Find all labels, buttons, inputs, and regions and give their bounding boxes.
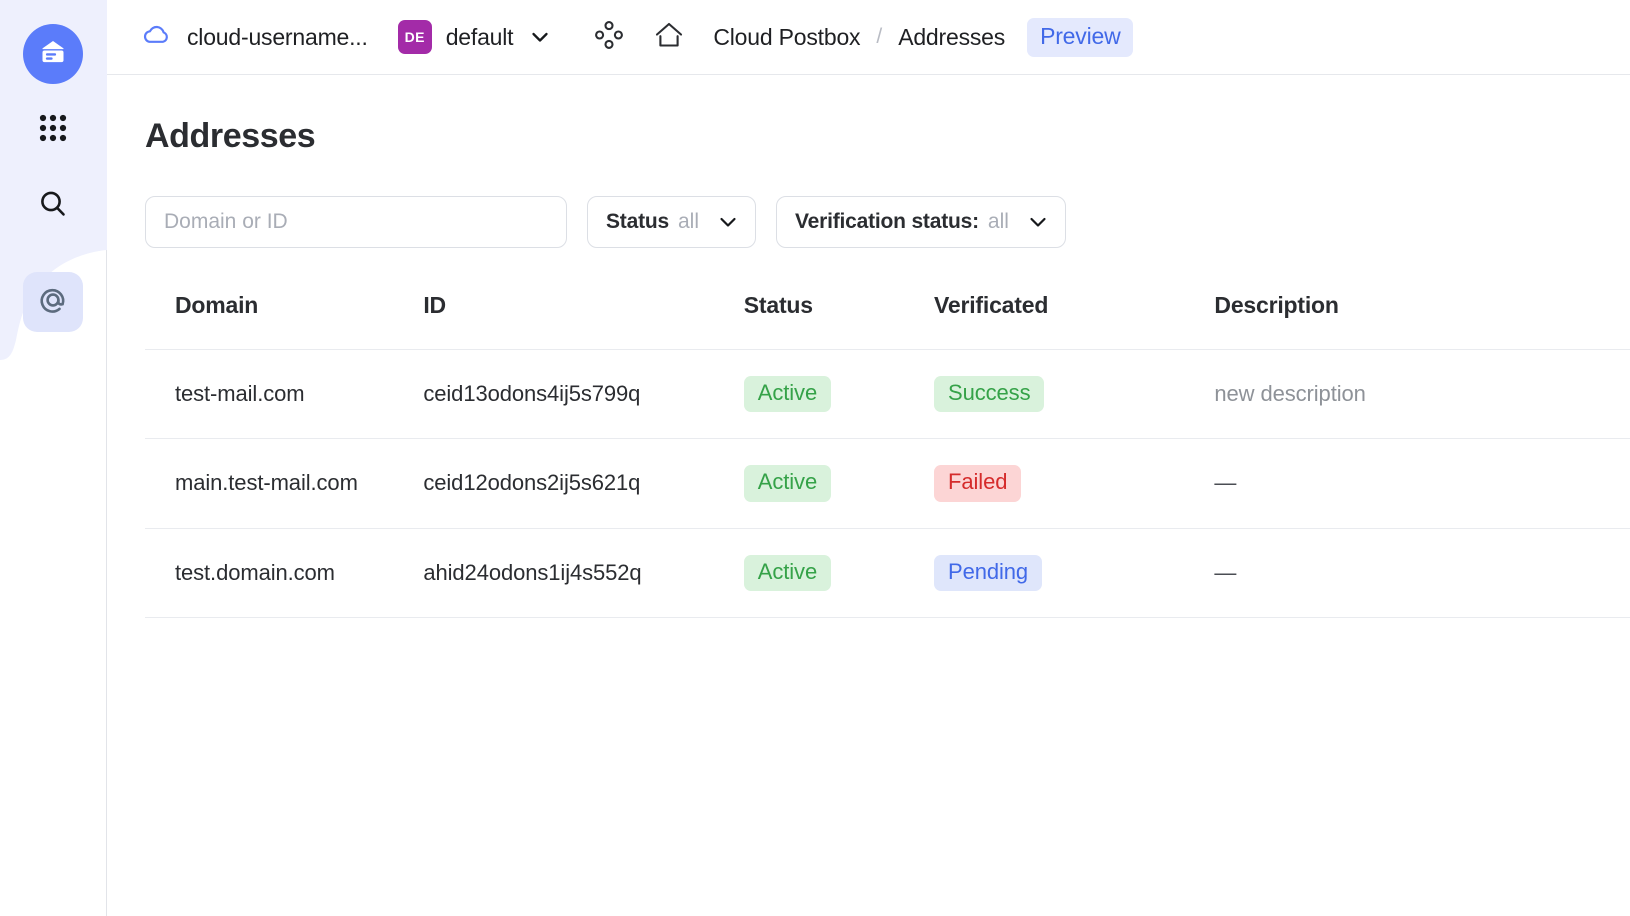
table-header: Domain ID Status Verificated Description bbox=[145, 292, 1630, 350]
home-button[interactable] bbox=[647, 15, 691, 59]
status-badge: Active bbox=[743, 376, 832, 413]
breadcrumb-separator: / bbox=[876, 25, 883, 48]
table-header-row: Domain ID Status Verificated Description bbox=[145, 292, 1630, 350]
column-header-description[interactable]: Description bbox=[1214, 292, 1630, 350]
verification-badge: Failed bbox=[934, 465, 1022, 502]
table-body: test-mail.com ceid13odons4ij5s799q Active S… bbox=[145, 349, 1630, 618]
cloud-label: cloud-username... bbox=[187, 23, 368, 50]
cell-verificated: Pending bbox=[934, 528, 1215, 618]
sidebar-item-logo[interactable] bbox=[23, 24, 83, 84]
column-header-id[interactable]: ID bbox=[423, 292, 744, 350]
cell-domain: test.domain.com bbox=[145, 528, 424, 618]
verification-status-filter-value: all bbox=[987, 210, 1009, 233]
cell-id: ahid24odons1ij4s552q bbox=[423, 528, 744, 618]
mailbox-icon bbox=[38, 37, 68, 72]
content: Addresses Status all Verification status… bbox=[107, 75, 1630, 916]
cloud-icon bbox=[139, 18, 173, 57]
page-title: Addresses bbox=[145, 117, 316, 155]
main-area: cloud-username... DE default Cloud Postb… bbox=[107, 0, 1630, 916]
breadcrumb-item-addresses[interactable]: Addresses bbox=[898, 24, 1005, 51]
sidebar-item-search[interactable] bbox=[23, 176, 83, 236]
search-input[interactable] bbox=[145, 196, 567, 248]
description-value: new description bbox=[1214, 381, 1366, 407]
cell-id: ceid13odons4ij5s799q bbox=[423, 349, 744, 440]
status-badge: Active bbox=[743, 554, 832, 591]
folder-selector[interactable]: DE default bbox=[397, 20, 552, 54]
sidebar-rail bbox=[0, 0, 106, 348]
status-filter[interactable]: Status all bbox=[587, 196, 756, 248]
chevron-down-icon bbox=[529, 26, 551, 48]
filters-bar: Status all Verification status: all bbox=[145, 196, 1630, 248]
cell-description: — bbox=[1214, 528, 1630, 618]
table-row[interactable]: main.test-mail.com ceid12odons2ij5s621q Ac… bbox=[145, 438, 1630, 529]
cell-description: — bbox=[1214, 438, 1630, 529]
app-root: cloud-username... DE default Cloud Postb… bbox=[0, 0, 1630, 916]
folder-badge: DE bbox=[397, 20, 432, 54]
services-icon bbox=[592, 18, 626, 57]
folder-label: default bbox=[445, 23, 514, 50]
grid-dots-icon bbox=[36, 111, 70, 150]
cell-status: Active bbox=[743, 349, 935, 440]
table-row[interactable]: test-mail.com ceid13odons4ij5s799q Active S… bbox=[145, 349, 1630, 440]
topbar: cloud-username... DE default Cloud Postb… bbox=[107, 0, 1630, 75]
search-icon bbox=[36, 187, 70, 226]
sidebar bbox=[0, 0, 107, 916]
status-badge: Active bbox=[743, 465, 832, 502]
verification-badge: Pending bbox=[934, 554, 1043, 591]
breadcrumb: Cloud Postbox / Addresses Preview bbox=[713, 17, 1134, 57]
preview-badge[interactable]: Preview bbox=[1027, 17, 1134, 57]
verification-status-filter-label: Verification status: bbox=[795, 210, 979, 233]
home-icon bbox=[652, 18, 686, 57]
cell-description: new description bbox=[1214, 349, 1630, 440]
cell-status: Active bbox=[743, 528, 935, 618]
cell-domain: main.test-mail.com bbox=[145, 438, 424, 529]
chevron-down-icon bbox=[1027, 211, 1049, 233]
status-filter-label: Status bbox=[606, 210, 669, 233]
table-row[interactable]: test.domain.com ahid24odons1ij4s552q Activ… bbox=[145, 528, 1630, 618]
cell-status: Active bbox=[743, 438, 935, 529]
cell-id: ceid12odons2ij5s621q bbox=[423, 438, 744, 529]
services-button[interactable] bbox=[587, 15, 631, 59]
description-value: — bbox=[1214, 470, 1237, 496]
sidebar-item-apps[interactable] bbox=[23, 100, 83, 160]
cloud-selector[interactable]: cloud-username... bbox=[139, 18, 368, 57]
cell-verificated: Success bbox=[934, 349, 1215, 440]
column-header-status[interactable]: Status bbox=[743, 292, 935, 350]
sidebar-item-addresses[interactable] bbox=[23, 272, 83, 332]
column-header-domain[interactable]: Domain bbox=[145, 292, 424, 350]
verification-badge: Success bbox=[934, 376, 1045, 413]
breadcrumb-item-cloud-postbox[interactable]: Cloud Postbox bbox=[713, 24, 860, 51]
addresses-table: Domain ID Status Verificated Description… bbox=[145, 292, 1630, 618]
chevron-down-icon bbox=[717, 211, 739, 233]
description-value: — bbox=[1214, 559, 1237, 585]
at-sign-icon bbox=[35, 282, 71, 323]
status-filter-value: all bbox=[677, 210, 699, 233]
cell-domain: test-mail.com bbox=[145, 349, 424, 440]
verification-status-filter[interactable]: Verification status: all bbox=[776, 196, 1066, 248]
column-header-verificated[interactable]: Verificated bbox=[934, 292, 1215, 350]
cell-verificated: Failed bbox=[934, 438, 1215, 529]
